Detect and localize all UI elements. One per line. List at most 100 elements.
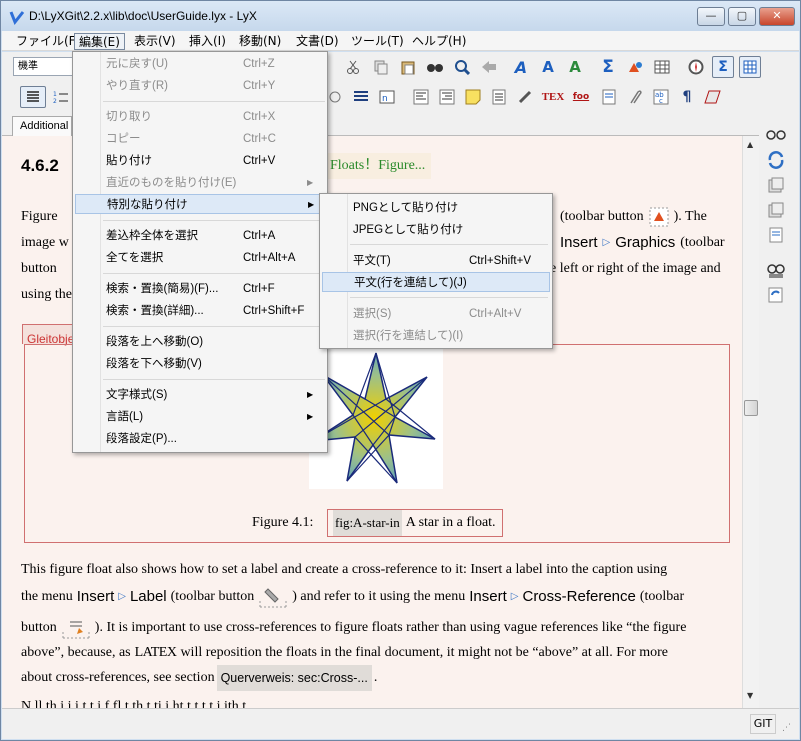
text-style-icon[interactable]: A [564,56,586,78]
menu-item-language[interactable]: 言語(L) ▶ [75,407,325,427]
latex-logo: LATEX [134,645,177,660]
text-line: (toolbar button [170,589,255,604]
align-left-icon[interactable] [410,86,432,108]
numbered-list-icon[interactable]: 12 [50,86,72,108]
insert-cross-reference-icon [62,621,90,639]
menu-path-label: Label [129,588,167,605]
window-title: D:\LyXGit\2.2.x\lib\doc\UserGuide.lyx - … [29,9,257,23]
menu-path-insert: Insert [560,234,598,251]
insert-citation-icon[interactable] [624,86,646,108]
insert-marginal-note-icon[interactable] [598,86,620,108]
menu-item-find-advanced[interactable]: 検索・置換(詳細)... Ctrl+Shift+F [75,301,325,321]
lyx-logo-icon [9,11,25,25]
scrollbar-thumb[interactable] [744,400,758,416]
sticky-note-icon[interactable] [462,86,484,108]
toc-book-icon[interactable] [702,86,724,108]
menu-item-move-paragraph-down[interactable]: 段落を下へ移動(V) [75,354,325,374]
close-button[interactable]: ✕ [759,7,795,26]
compare-icon[interactable] [765,284,787,306]
scroll-down-icon[interactable]: ▼ [747,691,753,700]
svg-text:1: 1 [53,91,57,98]
vertical-scrollbar[interactable]: ▲ ▼ [742,136,759,708]
text-line: Figure [21,209,58,224]
table-panel-toggle-icon[interactable] [739,56,761,78]
menu-item-move-paragraph-up[interactable]: 段落を上へ移動(O) [75,332,325,352]
cross-reference-inset[interactable]: Querverweis: sec:Cross-... [216,665,372,691]
insert-hyperlink-icon[interactable] [514,86,536,108]
math-panel-toggle-icon[interactable]: Σ [712,56,734,78]
text-line: the menu [21,589,73,604]
navigate-compass-icon[interactable] [685,56,707,78]
paste-icon[interactable] [397,56,419,78]
section-label[interactable]: Floats！Figure... [324,153,432,179]
menu-help[interactable]: ヘルプ(H) [408,33,470,50]
menu-item-paste-jpeg[interactable]: JPEGとして貼り付け [322,220,550,240]
menu-item-paste-png[interactable]: PNGとして貼り付け [322,198,550,218]
label-inset[interactable]: fig:A-star-in [333,510,402,536]
align-right-icon[interactable] [436,86,458,108]
find-binoculars-icon[interactable] [424,56,446,78]
text-line: (toolbar [680,235,725,250]
insert-graphics-icon[interactable] [624,56,646,78]
paragraph-list-icon[interactable] [20,86,46,108]
view-changes-icon[interactable] [765,259,787,281]
menu-item-select-all[interactable]: 全てを選択 Ctrl+Alt+A [75,248,325,268]
menu-item-text-style[interactable]: 文字様式(S) ▶ [75,385,325,405]
menu-item-paste-plain[interactable]: 平文(T) Ctrl+Shift+V [322,251,550,271]
menu-path-insert: Insert [76,588,115,605]
menu-item-paste-plain-join[interactable]: 平文(行を連結して)(J) [322,272,550,292]
submenu-arrow-icon: ▶ [308,200,315,209]
menu-tools[interactable]: ツール(T) [347,33,408,50]
update-icon[interactable] [765,149,787,171]
font-emph-icon[interactable]: A [510,56,532,78]
text-line: will reposition the floats in the final … [180,645,668,660]
insert-table-icon[interactable] [651,56,673,78]
next-change-icon[interactable] [765,224,787,246]
font-style-icon[interactable]: A [537,56,559,78]
review-toolbar [759,112,799,708]
tab-additional[interactable]: Additional [12,116,72,136]
text-line: image w [21,235,69,250]
menu-item-redo[interactable]: やり直す(R) Ctrl+Y [75,76,325,96]
maximize-button[interactable]: ▢ [728,7,756,26]
menu-item-paste-special[interactable]: 特別な貼り付け ▶ [75,194,325,214]
back-arrow-icon[interactable] [478,56,500,78]
resize-grip-icon[interactable]: ⋰ [782,723,791,733]
caption-prefix: Figure 4.1: [252,515,314,530]
cut-icon[interactable] [342,56,364,78]
menu-navigate[interactable]: 移動(N) [235,33,285,50]
menu-insert[interactable]: 挿入(I) [185,33,230,50]
float-inset-label[interactable]: Gleitobje [22,324,80,346]
track-changes-icon[interactable] [765,124,787,146]
insert-box-icon[interactable] [350,86,372,108]
copy-icon[interactable] [370,56,392,78]
menu-item-select-inset[interactable]: 差込枠全体を選択 Ctrl+A [75,226,325,246]
menu-document[interactable]: 文書(D) [292,33,343,50]
menu-edit[interactable]: 編集(E) [74,33,125,50]
menu-item-paragraph-settings[interactable]: 段落設定(P)... [75,429,325,449]
search-icon[interactable] [451,56,473,78]
menu-item-cut[interactable]: 切り取り Ctrl+X [75,107,325,127]
text-line: ) and refer to it using the menu [292,589,466,604]
menu-item-paste[interactable]: 貼り付け Ctrl+V [75,151,325,171]
insert-tex-code-icon[interactable]: TEX [542,86,565,108]
menu-item-paste-recent[interactable]: 直近のものを貼り付け(E) ▶ [75,173,325,193]
paragraph-style-combo[interactable]: 機準 [13,57,73,76]
paragraph-settings-icon[interactable]: ¶ [676,86,698,108]
insert-index-icon[interactable] [488,86,510,108]
accept-change-icon[interactable] [765,174,787,196]
menu-item-undo[interactable]: 元に戻す(U) Ctrl+Z [75,54,325,74]
insert-footnote-icon[interactable]: foo [570,86,592,108]
star-figure-image [309,349,443,489]
math-sum-icon[interactable]: Σ [597,56,619,78]
insert-abc-icon[interactable]: ab c [650,86,672,108]
reject-change-icon[interactable] [765,199,787,221]
menu-item-paste-selection[interactable]: 選択(S) Ctrl+Alt+V [322,304,550,324]
scroll-up-icon[interactable]: ▲ [747,140,753,149]
menu-item-copy[interactable]: コピー Ctrl+C [75,129,325,149]
minimize-button[interactable]: — [697,7,725,26]
menu-item-find-simple[interactable]: 検索・置換(簡易)(F)... Ctrl+F [75,279,325,299]
insert-nomenclature-icon[interactable]: n [376,86,398,108]
menu-item-paste-selection-join[interactable]: 選択(行を連結して)(I) [322,326,550,346]
menu-view[interactable]: 表示(V) [130,33,180,50]
